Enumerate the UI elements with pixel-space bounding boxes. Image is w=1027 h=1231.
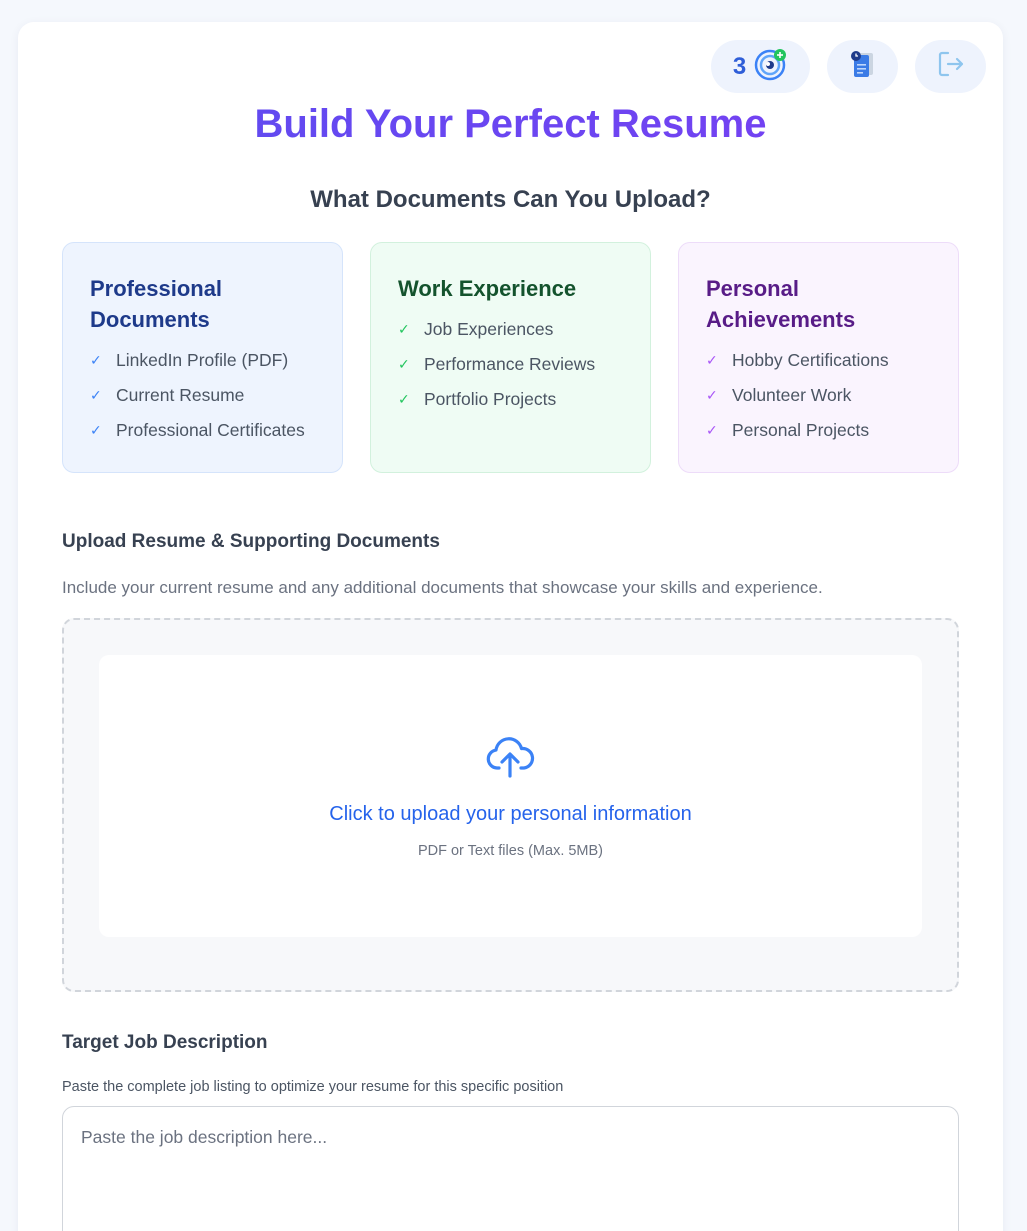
list-item: ✓ Performance Reviews [398,347,624,382]
cloud-upload-icon [485,731,535,786]
list-item: ✓ LinkedIn Profile (PDF) [90,343,316,378]
list-item: ✓ Job Experiences [398,312,624,347]
list-item-label: Volunteer Work [732,385,852,405]
logout-button[interactable] [915,40,986,93]
check-icon: ✓ [90,352,102,368]
list-item-label: LinkedIn Profile (PDF) [116,350,289,370]
check-icon: ✓ [398,321,410,337]
target-plus-icon [754,47,788,86]
upload-section-label: Upload Resume & Supporting Documents [62,531,440,552]
upload-button[interactable]: Click to upload your personal informatio… [99,655,922,937]
document-categories: Professional Documents ✓ LinkedIn Profile… [62,242,959,473]
document-history-icon [848,49,878,84]
documents-button[interactable] [827,40,898,93]
category-title: Professional Documents [90,276,223,332]
list-item-label: Performance Reviews [424,354,596,374]
upload-file-note: PDF or Text files (Max. 5MB) [417,843,604,859]
check-icon: ✓ [90,422,102,438]
main-card: 3 Build Your Perfect Resume What Documen… [18,22,1003,1231]
list-item-label: Personal Projects [732,420,870,440]
category-title: Work Experience [398,276,577,301]
upload-help-text: Include your current resume and any addi… [62,578,823,597]
list-item: ✓ Volunteer Work [706,378,932,413]
list-item: ✓ Personal Projects [706,413,932,448]
check-icon: ✓ [706,352,718,368]
category-title: Personal Achievements [706,276,856,332]
credits-count: 3 [732,52,747,80]
list-item-label: Job Experiences [424,319,554,339]
list-item-label: Professional Certificates [116,420,305,440]
upload-dropzone[interactable]: Click to upload your personal informatio… [62,618,959,992]
list-item-label: Current Resume [116,385,245,405]
category-card-personal: Personal Achievements ✓ Hobby Certificati… [678,242,959,473]
top-toolbar: 3 [711,40,986,93]
job-description-help: Paste the complete job listing to optimi… [62,1079,564,1095]
page-title: Build Your Perfect Resume [18,102,1003,147]
category-card-professional: Professional Documents ✓ LinkedIn Profile… [62,242,343,473]
list-item-label: Portfolio Projects [424,389,557,409]
upload-cta-text[interactable]: Click to upload your personal informatio… [99,803,922,826]
job-description-label: Target Job Description [62,1032,268,1053]
list-item: ✓ Current Resume [90,378,316,413]
page-subtitle: What Documents Can You Upload? [310,186,711,213]
list-item: ✓ Professional Certificates [90,413,316,448]
credits-button[interactable]: 3 [711,40,810,93]
category-card-work: Work Experience ✓ Job Experiences ✓ Perfor… [370,242,651,473]
check-icon: ✓ [706,387,718,403]
list-item: ✓ Portfolio Projects [398,382,624,417]
list-item-label: Hobby Certifications [732,350,889,370]
list-item: ✓ Hobby Certifications [706,343,932,378]
check-icon: ✓ [398,391,410,407]
logout-icon [936,49,966,84]
job-description-textarea[interactable] [62,1106,959,1231]
check-icon: ✓ [90,387,102,403]
check-icon: ✓ [398,356,410,372]
check-icon: ✓ [706,422,718,438]
